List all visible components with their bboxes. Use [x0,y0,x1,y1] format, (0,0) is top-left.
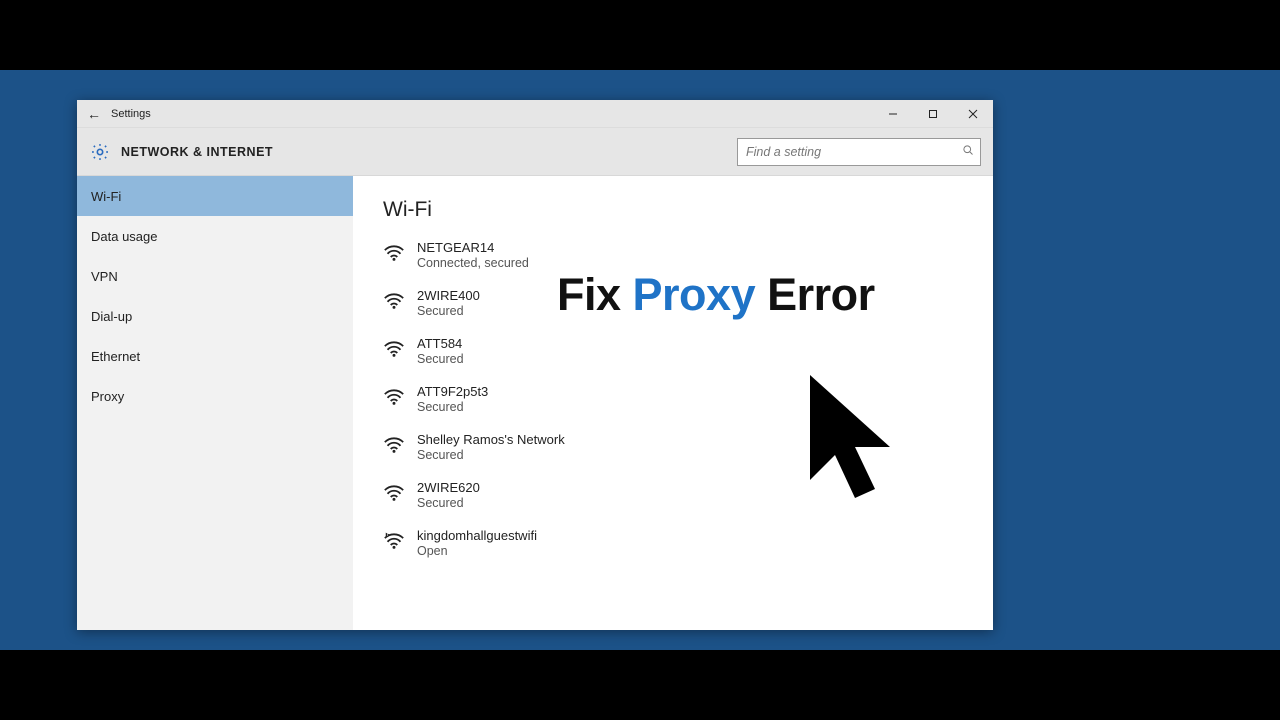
network-status: Secured [417,400,488,416]
section-title: NETWORK & INTERNET [121,145,273,159]
minimize-button[interactable] [873,100,913,127]
network-name: ATT9F2p5t3 [417,384,488,400]
network-status: Secured [417,448,565,464]
sidebar-item-ethernet[interactable]: Ethernet [77,336,353,376]
settings-window: ← Settings NETWORK & INTERNET [77,100,993,630]
minimize-icon [888,109,898,119]
sidebar-item-data-usage[interactable]: Data usage [77,216,353,256]
sidebar-item-label: Ethernet [91,349,140,364]
back-arrow-icon: ← [87,106,101,122]
wifi-icon [383,338,405,360]
svg-text:!: ! [387,532,388,537]
sidebar-item-label: Dial-up [91,309,132,324]
sidebar-item-label: VPN [91,269,118,284]
sidebar-item-proxy[interactable]: Proxy [77,376,353,416]
network-name: kingdomhallguestwifi [417,528,537,544]
gear-icon [89,141,111,163]
network-name: 2WIRE400 [417,288,480,304]
window-controls [873,100,993,127]
network-status: Secured [417,496,480,512]
overlay-part2: Error [755,269,875,320]
network-status: Connected, secured [417,256,529,272]
wifi-icon [383,386,405,408]
close-icon [968,109,978,119]
wifi-icon [383,242,405,264]
wifi-icon [383,482,405,504]
overlay-headline: Fix Proxy Error [557,269,875,321]
titlebar: ← Settings [77,100,993,128]
wifi-icon [383,290,405,312]
sidebar-item-label: Proxy [91,389,124,404]
search-icon [962,144,974,159]
sidebar-item-dial-up[interactable]: Dial-up [77,296,353,336]
network-name: Shelley Ramos's Network [417,432,565,448]
maximize-button[interactable] [913,100,953,127]
network-name: ATT584 [417,336,464,352]
sidebar: Wi-Fi Data usage VPN Dial-up Ethernet Pr… [77,176,353,630]
wifi-open-icon: ! [383,530,405,552]
sidebar-item-label: Wi-Fi [91,189,121,204]
search-input[interactable] [746,145,962,159]
network-item[interactable]: ! kingdomhallguestwifi Open [383,528,993,574]
sidebar-item-wifi[interactable]: Wi-Fi [77,176,353,216]
sidebar-item-vpn[interactable]: VPN [77,256,353,296]
wifi-icon [383,434,405,456]
network-status: Open [417,544,537,560]
network-status: Secured [417,304,480,320]
page-title: Wi-Fi [383,198,993,222]
network-status: Secured [417,352,464,368]
close-button[interactable] [953,100,993,127]
search-box[interactable] [737,138,981,166]
cursor-icon [800,370,910,510]
overlay-part1: Fix [557,269,633,320]
back-button[interactable]: ← [77,100,111,127]
maximize-icon [928,109,938,119]
sidebar-item-label: Data usage [91,229,158,244]
network-name: 2WIRE620 [417,480,480,496]
overlay-accent: Proxy [633,269,756,320]
network-name: NETGEAR14 [417,240,529,256]
header-row: NETWORK & INTERNET [77,128,993,176]
window-title: Settings [111,108,151,120]
